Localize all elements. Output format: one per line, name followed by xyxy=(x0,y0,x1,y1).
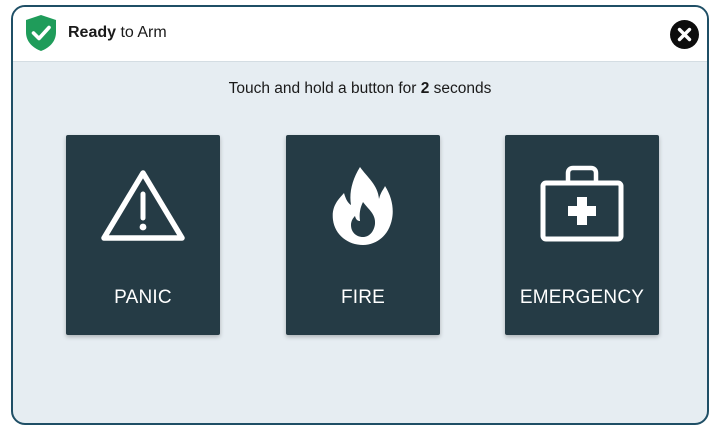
fire-button[interactable]: FIRE xyxy=(286,135,440,335)
instruction-prefix: Touch and hold a button for xyxy=(228,80,421,97)
close-icon xyxy=(677,27,692,42)
warning-triangle-icon xyxy=(101,170,185,241)
first-aid-kit-icon xyxy=(540,165,624,242)
instruction-suffix: seconds xyxy=(429,80,492,97)
arm-status-text: Ready to Arm xyxy=(68,24,167,42)
status-to-arm: to Arm xyxy=(116,24,167,41)
close-button[interactable] xyxy=(670,20,699,49)
shield-check-icon xyxy=(24,14,58,52)
emergency-button[interactable]: EMERGENCY xyxy=(505,135,659,335)
panic-label: PANIC xyxy=(114,287,172,308)
emergency-label: EMERGENCY xyxy=(519,287,645,308)
arm-panel: Ready to Arm Touch and hold a button for… xyxy=(11,5,709,425)
panic-button[interactable]: PANIC xyxy=(66,135,220,335)
instruction-text: Touch and hold a button for 2 seconds xyxy=(13,80,707,98)
flame-icon xyxy=(332,167,393,245)
fire-label: FIRE xyxy=(340,287,386,308)
status-ready: Ready xyxy=(68,24,117,41)
header-bar: Ready to Arm xyxy=(13,7,707,62)
